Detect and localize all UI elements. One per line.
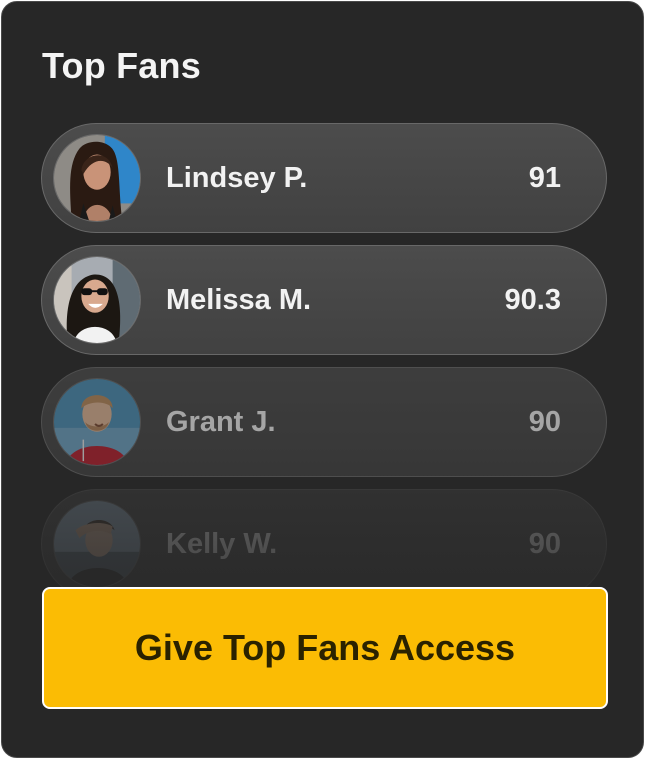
woman-sunglasses-avatar-icon <box>54 257 140 343</box>
fan-name: Lindsey P. <box>166 162 308 194</box>
woman-long-dark-hair-avatar-icon <box>54 135 140 221</box>
list-item[interactable]: Kelly W. 90 <box>41 489 607 599</box>
give-top-fans-access-button[interactable]: Give Top Fans Access <box>42 587 608 709</box>
fan-score: 90 <box>528 406 561 438</box>
list-item[interactable]: Melissa M. 90.3 <box>41 245 607 355</box>
avatar <box>53 378 141 466</box>
list-item[interactable]: Grant J. 90 <box>41 367 607 477</box>
list-item[interactable]: Lindsey P. 91 <box>41 123 607 233</box>
avatar <box>53 256 141 344</box>
top-fans-panel: Top Fans Lindsey P. 91 Melissa M. 90.3 G… <box>1 1 644 758</box>
fan-list: Lindsey P. 91 Melissa M. 90.3 Grant J. 9… <box>41 123 607 611</box>
fan-score: 91 <box>528 162 561 194</box>
panel-title: Top Fans <box>42 45 201 86</box>
fan-name: Grant J. <box>166 406 276 438</box>
fan-score: 90.3 <box>504 284 561 316</box>
avatar <box>53 134 141 222</box>
fan-name: Kelly W. <box>166 528 278 560</box>
person-hand-on-head-avatar-icon <box>54 501 140 587</box>
fan-name: Melissa M. <box>166 284 312 316</box>
avatar <box>53 500 141 588</box>
fan-score: 90 <box>528 528 561 560</box>
man-red-shirt-avatar-icon <box>54 379 140 465</box>
